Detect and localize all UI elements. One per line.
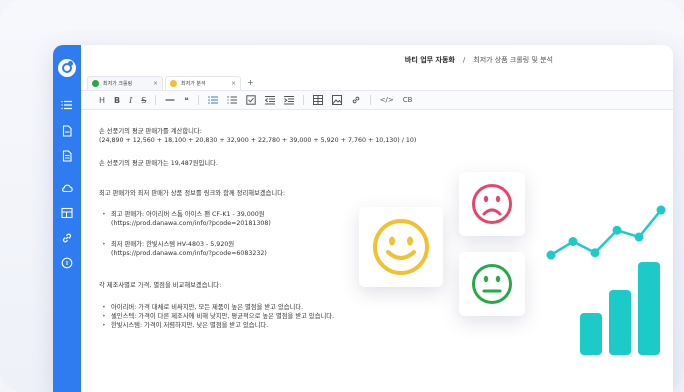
tab-crawling-close-icon[interactable]: ×	[153, 80, 158, 87]
tab-analysis-label: 최저가 분석	[181, 81, 206, 87]
quote-button[interactable]: ❝	[184, 94, 188, 106]
code-button[interactable]: </>	[380, 94, 394, 106]
doc-line: 최고 판매가와 최저 판매가 상품 정보를 링크와 함께 정리해보겠습니다:	[99, 190, 286, 197]
editor-toolbar: H B I S ❝ </> CB	[81, 90, 673, 110]
breadcrumb: 바티 업무 자동화 / 최저가 상품 크롤링 및 분석	[81, 45, 673, 75]
help-icon[interactable]	[61, 257, 73, 269]
breadcrumb-separator: /	[462, 56, 466, 64]
tab-analysis[interactable]: 최저가 분석 ×	[165, 76, 241, 90]
toolbar-divider	[197, 95, 199, 105]
bold-button[interactable]: B	[114, 94, 120, 106]
trend-point	[634, 232, 644, 242]
trend-point	[612, 225, 622, 235]
table-insert-icon[interactable]	[312, 94, 323, 106]
link-icon[interactable]	[61, 232, 73, 244]
neutral-face-icon	[472, 264, 512, 304]
list-icon[interactable]	[61, 99, 73, 111]
list-item: 셀인스텍: 가격이 다른 제조사에 비해 낮지만, 평균적으로 높은 별점을 받…	[99, 312, 429, 321]
tab-crawling-dot-icon	[92, 80, 99, 87]
strike-button[interactable]: S	[141, 94, 146, 106]
table-icon[interactable]	[61, 207, 73, 219]
image-insert-icon[interactable]	[331, 94, 342, 106]
horizontal-rule-icon[interactable]	[165, 94, 175, 106]
file-icon[interactable]	[61, 125, 73, 137]
sidebar	[53, 45, 81, 392]
neutral-face-card	[459, 252, 525, 316]
sad-face-icon	[472, 184, 512, 224]
trend-bar	[609, 290, 631, 355]
ordered-list-icon[interactable]	[226, 94, 237, 106]
app-logo-icon[interactable]	[58, 59, 76, 77]
tab-bar: 최저가 크롤링 × 최저가 분석 × +	[87, 76, 673, 90]
tab-analysis-close-icon[interactable]: ×	[231, 80, 236, 87]
checklist-icon[interactable]	[245, 94, 256, 106]
trend-point	[656, 205, 666, 215]
trend-bar	[638, 262, 660, 355]
happy-face-card	[359, 207, 443, 287]
trend-point	[590, 248, 600, 258]
trend-bar	[580, 313, 602, 355]
toolbar-divider	[155, 95, 157, 105]
outdent-icon[interactable]	[264, 94, 275, 106]
breadcrumb-project[interactable]: 바티 업무 자동화	[405, 55, 455, 65]
document-icon[interactable]	[61, 150, 73, 162]
trend-point	[568, 237, 578, 246]
tab-crawling-label: 최저가 크롤링	[103, 81, 133, 87]
bullet-list-icon[interactable]	[207, 94, 218, 106]
add-tab-button[interactable]: +	[247, 76, 254, 90]
trend-line	[550, 209, 662, 257]
doc-line: 손 선풍기의 평균 판매가를 계산합니다:	[99, 128, 202, 135]
indent-icon[interactable]	[283, 94, 294, 106]
cloud-icon[interactable]	[61, 182, 73, 194]
link-insert-icon[interactable]	[351, 94, 361, 106]
list-item: 아이리버: 가격 대체로 비싸지만, 모든 제품이 높은 별점을 받고 있습니다…	[99, 303, 429, 312]
italic-button[interactable]: I	[129, 94, 132, 106]
toolbar-divider	[302, 95, 304, 105]
doc-line: 손 선풍기의 평균 판매가는 19,487원입니다.	[99, 160, 218, 167]
codeblock-button[interactable]: CB	[403, 94, 413, 106]
doc-line: (24,890 + 12,560 + 18,100 + 20,830 + 32,…	[99, 137, 417, 144]
happy-face-icon	[373, 219, 429, 275]
tab-analysis-dot-icon	[170, 80, 177, 87]
breadcrumb-page: 최저가 상품 크롤링 및 분석	[473, 56, 553, 64]
list-item: 한빛시스템: 가격이 저렴하지만, 낮은 별점을 받고 있습니다.	[99, 321, 429, 330]
sad-face-card	[459, 172, 525, 236]
tab-crawling[interactable]: 최저가 크롤링 ×	[87, 76, 163, 90]
trend-point	[546, 250, 556, 260]
heading-button[interactable]: H	[99, 94, 105, 106]
trend-line-chart	[546, 205, 666, 260]
toolbar-divider	[369, 95, 371, 105]
